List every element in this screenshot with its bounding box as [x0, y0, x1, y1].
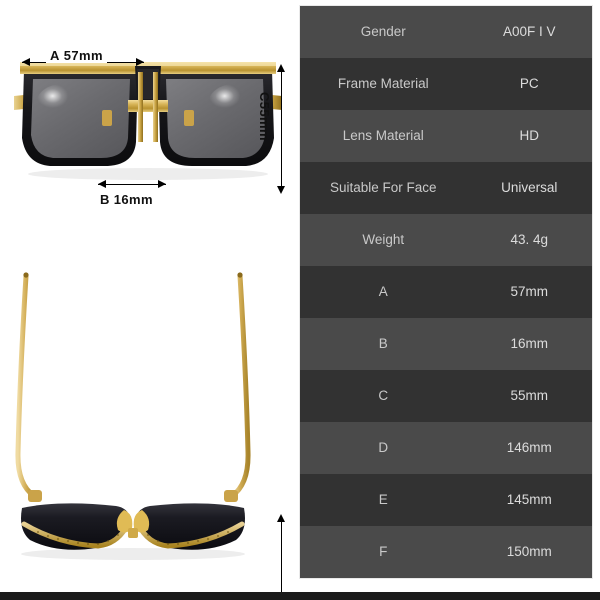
dimension-arrow-a-right: [136, 57, 144, 66]
dimension-arrow-c-down: [276, 186, 285, 194]
specification-table: Gender A00F I V Frame Material PC Lens M…: [300, 6, 592, 578]
spec-value: 146mm: [506, 439, 552, 455]
dimension-label-b: B 16mm: [100, 192, 153, 207]
dimension-arrow-b-right: [158, 179, 166, 188]
spec-key: F: [379, 543, 388, 559]
spec-value: 55mm: [510, 387, 548, 403]
spec-key: Weight: [362, 231, 405, 247]
spec-value: PC: [519, 75, 539, 91]
dimension-value-a: 57mm: [63, 48, 103, 63]
table-row: Gender A00F I V: [300, 6, 592, 58]
dimension-line-d: [281, 520, 282, 600]
spec-value: 150mm: [506, 543, 552, 559]
dimension-label-c: C55mm: [257, 92, 272, 141]
dimension-code-b: B: [100, 192, 110, 207]
spec-value: Universal: [501, 179, 558, 195]
product-spec-image: A 57mm B 16mm C55mm Gender A00F I V Fram…: [0, 0, 600, 600]
dimension-arrow-a-left: [22, 57, 30, 66]
spec-key: A: [378, 283, 388, 299]
spec-key: B: [378, 335, 388, 351]
dimension-line-b: [98, 184, 166, 185]
spec-key: Frame Material: [337, 75, 429, 91]
spec-value: 43. 4g: [510, 231, 548, 247]
table-row: B 16mm: [300, 318, 592, 370]
dimension-value-b: 16mm: [113, 192, 153, 207]
dimension-value-c: 55mm: [257, 101, 272, 141]
front-view-diagram: A 57mm B 16mm C55mm: [0, 34, 296, 234]
spec-key: D: [378, 439, 389, 455]
dimension-label-a: A 57mm: [46, 48, 107, 63]
dimension-arrow-c-up: [276, 64, 285, 72]
dimension-line-c: [281, 70, 282, 192]
dimension-arrow-d-up: [276, 514, 285, 522]
table-row: Suitable For Face Universal: [300, 162, 592, 214]
spec-key: E: [378, 491, 388, 507]
spec-value: HD: [519, 127, 539, 143]
spec-key: Gender: [360, 23, 406, 39]
spec-key: Lens Material: [342, 127, 424, 143]
dimension-code-c: C: [257, 92, 272, 102]
table-row: Lens Material HD: [300, 110, 592, 162]
table-row: Frame Material PC: [300, 58, 592, 110]
table-row: A 57mm: [300, 266, 592, 318]
top-view-diagram: E145mm F150mm D146mm: [0, 252, 296, 600]
dimension-arrow-b-left: [98, 179, 106, 188]
table-row: F 150mm: [300, 526, 592, 578]
spec-key: C: [378, 387, 389, 403]
spec-value: 57mm: [510, 283, 548, 299]
table-row: Weight 43. 4g: [300, 214, 592, 266]
diagram-column: A 57mm B 16mm C55mm: [0, 0, 296, 600]
table-row: E 145mm: [300, 474, 592, 526]
top-view-illustration: [15, 272, 251, 560]
bottom-edge-band: [0, 592, 600, 600]
table-row: D 146mm: [300, 422, 592, 474]
spec-value: A00F I V: [502, 23, 556, 39]
dimension-code-a: A: [50, 48, 60, 63]
spec-value: 16mm: [510, 335, 548, 351]
spec-key: Suitable For Face: [329, 179, 437, 195]
table-row: C 55mm: [300, 370, 592, 422]
spec-value: 145mm: [506, 491, 552, 507]
